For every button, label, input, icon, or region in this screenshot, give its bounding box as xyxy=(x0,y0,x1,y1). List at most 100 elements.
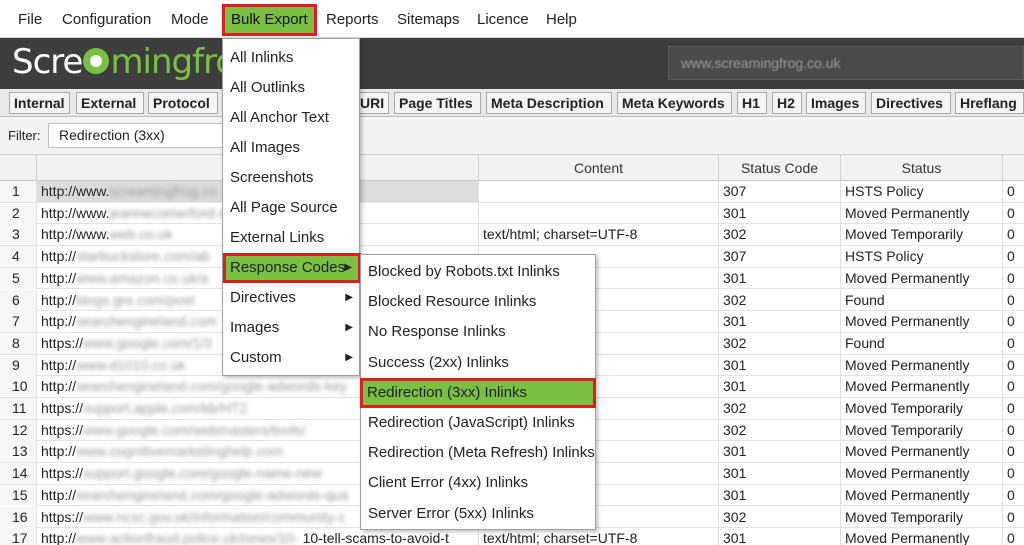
status-code-cell: 301 xyxy=(718,354,840,376)
status-code-cell: 301 xyxy=(718,528,840,545)
status-cell: Moved Permanently xyxy=(840,463,1002,485)
extra-cell: 0 xyxy=(1002,419,1024,441)
header-status-code[interactable]: Status Code xyxy=(718,155,840,181)
table-row[interactable]: 17 http://www.actionfraud.police.uk/news/… xyxy=(0,528,1024,545)
tab-directives[interactable]: Directives xyxy=(871,92,951,114)
row-number: 17 xyxy=(0,528,36,545)
submenu-arrow-icon: ▶ xyxy=(345,352,353,363)
url-input[interactable]: www.screamingfrog.co.uk xyxy=(668,46,1024,80)
menu-bulk-export[interactable]: Bulk Export xyxy=(222,4,317,36)
status-cell: HSTS Policy xyxy=(840,181,1002,202)
menu-item-all-page-source[interactable]: All Page Source xyxy=(223,193,359,223)
submenu-item-no-response-inlinks[interactable]: No Response Inlinks xyxy=(361,317,595,347)
submenu-item-redirection-3xx-inlinks[interactable]: Redirection (3xx) Inlinks xyxy=(360,377,596,408)
row-number: 12 xyxy=(0,419,36,441)
status-cell: Moved Permanently xyxy=(840,484,1002,506)
status-cell: Found xyxy=(840,289,1002,311)
menu-item-external-links[interactable]: External Links xyxy=(223,223,359,253)
submenu-item-blocked-by-robots-txt-inlinks[interactable]: Blocked by Robots.txt Inlinks xyxy=(361,257,595,287)
extra-cell: 0 xyxy=(1002,376,1024,398)
table-row[interactable]: 2 http://www.jeannecomerford.co 301 Moved P… xyxy=(0,202,1024,225)
submenu-item-redirection-javascript-inlinks[interactable]: Redirection (JavaScript) Inlinks xyxy=(361,408,595,438)
menu-reports[interactable]: Reports xyxy=(326,4,379,36)
submenu-item-blocked-resource-inlinks[interactable]: Blocked Resource Inlinks xyxy=(361,287,595,317)
tab-uri[interactable]: URI xyxy=(355,92,389,114)
extra-cell: 0 xyxy=(1002,506,1024,528)
response-codes-submenu: Blocked by Robots.txt Inlinks Blocked Res… xyxy=(360,254,596,530)
table-row[interactable]: 3 http://www.web.co.uk text/html; charset=… xyxy=(0,224,1024,247)
extra-cell: 0 xyxy=(1002,289,1024,311)
menu-item-directives[interactable]: Directives ▶ xyxy=(223,283,359,313)
tab-h2[interactable]: H2 xyxy=(772,92,802,114)
row-number: 6 xyxy=(0,289,36,311)
tab-internal[interactable]: Internal xyxy=(9,92,70,114)
row-number: 14 xyxy=(0,463,36,485)
header-status[interactable]: Status xyxy=(840,155,1002,181)
extra-cell: 0 xyxy=(1002,246,1024,268)
content-cell xyxy=(478,202,718,224)
extra-cell: 0 xyxy=(1002,332,1024,354)
menu-configuration[interactable]: Configuration xyxy=(62,4,151,36)
row-number: 11 xyxy=(0,398,36,419)
submenu-item-redirection-meta-refresh-inlinks[interactable]: Redirection (Meta Refresh) Inlinks xyxy=(361,438,595,468)
extra-cell: 0 xyxy=(1002,463,1024,485)
extra-cell: 0 xyxy=(1002,398,1024,419)
tab-meta-keywords[interactable]: Meta Keywords xyxy=(617,92,732,114)
screaming-frog-logo: Scre mingfrog xyxy=(12,42,257,82)
status-cell: Moved Permanently xyxy=(840,376,1002,398)
menu-item-all-inlinks[interactable]: All Inlinks xyxy=(223,43,359,73)
content-cell: text/html; charset=UTF-8 xyxy=(478,224,718,246)
menu-help[interactable]: Help xyxy=(546,4,577,36)
status-cell: Moved Permanently xyxy=(840,528,1002,545)
header-extra[interactable] xyxy=(1002,155,1024,181)
status-code-cell: 302 xyxy=(718,419,840,441)
status-cell: Moved Permanently xyxy=(840,354,1002,376)
submenu-item-server-error-5xx-inlinks[interactable]: Server Error (5xx) Inlinks xyxy=(361,499,595,529)
status-cell: Moved Permanently xyxy=(840,311,1002,333)
tab-protocol[interactable]: Protocol xyxy=(148,92,218,114)
status-code-cell: 302 xyxy=(718,224,840,246)
filter-label: Filter: xyxy=(8,128,41,143)
row-number: 10 xyxy=(0,376,36,398)
header-content[interactable]: Content xyxy=(478,155,718,181)
status-cell: Moved Temporarily xyxy=(840,224,1002,246)
status-code-cell: 301 xyxy=(718,441,840,463)
extra-cell: 0 xyxy=(1002,528,1024,545)
row-number: 8 xyxy=(0,332,36,354)
tab-page-titles[interactable]: Page Titles xyxy=(394,92,481,114)
menu-item-images[interactable]: Images ▶ xyxy=(223,313,359,343)
menu-sitemaps[interactable]: Sitemaps xyxy=(397,4,460,36)
header-row-number xyxy=(0,155,36,181)
menu-item-response-codes[interactable]: Response Codes ▶ xyxy=(223,253,361,283)
submenu-item-success-2xx-inlinks[interactable]: Success (2xx) Inlinks xyxy=(361,348,595,378)
tab-external[interactable]: External xyxy=(76,92,144,114)
menu-item-all-outlinks[interactable]: All Outlinks xyxy=(223,73,359,103)
submenu-item-client-error-4xx-inlinks[interactable]: Client Error (4xx) Inlinks xyxy=(361,468,595,498)
table-row[interactable]: 1 http://www.screamingfrog.co 307 HSTS Poli… xyxy=(0,181,1024,203)
menu-item-screenshots[interactable]: Screenshots xyxy=(223,163,359,193)
address-cell[interactable]: http://www.actionfraud.police.uk/news/10… xyxy=(36,528,478,545)
submenu-arrow-icon: ▶ xyxy=(344,262,352,273)
status-code-cell: 301 xyxy=(718,311,840,333)
filter-dropdown[interactable]: Redirection (3xx) xyxy=(48,123,228,148)
tab-meta-description[interactable]: Meta Description xyxy=(486,92,612,114)
tab-hreflang[interactable]: Hreflang xyxy=(955,92,1024,114)
menu-file[interactable]: File xyxy=(18,4,42,36)
extra-cell: 0 xyxy=(1002,202,1024,224)
tab-bar: Internal External Protocol URI Page Titles Me… xyxy=(0,89,1024,117)
menu-item-all-images[interactable]: All Images xyxy=(223,133,359,163)
status-code-cell: 301 xyxy=(718,376,840,398)
menu-mode[interactable]: Mode xyxy=(171,4,209,36)
menu-licence[interactable]: Licence xyxy=(477,4,529,36)
submenu-arrow-icon: ▶ xyxy=(345,292,353,303)
tab-h1[interactable]: H1 xyxy=(737,92,767,114)
menu-item-custom[interactable]: Custom ▶ xyxy=(223,343,359,373)
menu-item-all-anchor-text[interactable]: All Anchor Text xyxy=(223,103,359,133)
status-code-cell: 301 xyxy=(718,463,840,485)
row-number: 16 xyxy=(0,506,36,528)
status-code-cell: 302 xyxy=(718,506,840,528)
status-cell: Moved Permanently xyxy=(840,202,1002,224)
row-number: 1 xyxy=(0,181,36,202)
status-cell: Moved Temporarily xyxy=(840,419,1002,441)
tab-images[interactable]: Images xyxy=(806,92,866,114)
